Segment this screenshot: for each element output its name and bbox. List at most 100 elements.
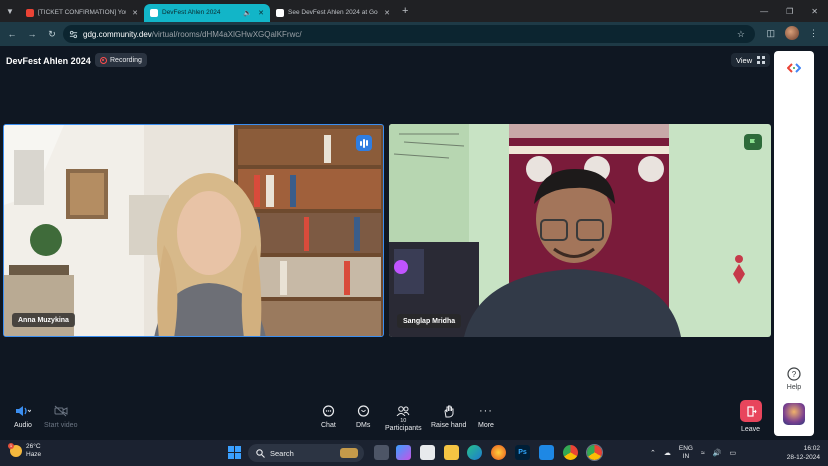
close-icon[interactable]: ✕ [384, 9, 390, 17]
chat-button[interactable]: Chat [321, 404, 336, 429]
video-off-icon [54, 404, 68, 418]
tab-title: DevFest Ahlen 2024 [162, 9, 221, 16]
search-icon [256, 448, 265, 458]
firefox-icon[interactable] [491, 445, 506, 460]
copilot-icon[interactable] [396, 445, 411, 460]
tab-see-devfest[interactable]: See DevFest Ahlen 2024 at Goo ✕ [270, 4, 396, 22]
back-icon[interactable]: ← [2, 29, 22, 39]
url-text: gdg.community.dev/virtual/rooms/dHM4aXlG… [83, 29, 302, 39]
clock-date: 28-12-2024 [786, 454, 820, 461]
user-avatar[interactable] [783, 403, 805, 425]
chat-icon [322, 404, 335, 418]
taskbar-search[interactable]: Search [248, 444, 364, 462]
tab-search-button[interactable]: ▼ [0, 0, 20, 22]
people-icon [396, 404, 410, 418]
maximize-icon[interactable]: ❐ [786, 7, 793, 16]
system-clock[interactable]: 16:02 28-12-2024 [770, 444, 820, 462]
speaker-icon[interactable]: 🔈 [243, 9, 252, 17]
weather-condition: Haze [26, 451, 42, 458]
leave-door-icon [746, 405, 757, 417]
participants-label: Participants [385, 425, 422, 432]
window-controls: — ❐ ✕ [760, 0, 828, 22]
gdg-icon [150, 8, 158, 17]
hand-icon [443, 404, 455, 418]
weather-badge: 1 [8, 443, 14, 449]
photoshop-icon[interactable]: Ps [515, 445, 530, 460]
start-video-button[interactable]: Start video [44, 404, 77, 429]
close-icon[interactable]: ✕ [132, 9, 138, 17]
onedrive-icon[interactable]: ☁ [664, 449, 671, 457]
dm-icon [357, 404, 370, 418]
profile-avatar[interactable] [785, 26, 799, 40]
more-button[interactable]: ··· More [478, 404, 494, 429]
temperature: 26°C [26, 443, 41, 450]
meeting-title: DevFest Ahlen 2024 [6, 56, 91, 66]
toolbar-right: ◫ ⋮ [766, 26, 818, 40]
search-highlight-icon [340, 448, 358, 458]
browser-menu-icon[interactable]: ⋮ [809, 28, 818, 39]
meeting-toolbar: Audio Start video Chat DMs 10 Participan… [0, 400, 772, 440]
battery-icon[interactable]: ▭ [730, 449, 737, 457]
wifi-icon[interactable]: ≈ [701, 450, 705, 457]
recording-badge: Recording [95, 53, 147, 67]
new-tab-button[interactable]: + [402, 5, 408, 17]
raise-hand-label: Raise hand [431, 422, 467, 429]
svg-text:?: ? [792, 370, 797, 379]
bookmark-star-icon[interactable]: ☆ [737, 29, 745, 40]
address-bar: ← → ↻ gdg.community.dev/virtual/rooms/dH… [0, 22, 828, 46]
help-label: Help [786, 384, 802, 391]
tab-ticket-confirmation[interactable]: [TICKET CONFIRMATION] You'r ✕ [20, 4, 144, 22]
system-tray: ⌃ ☁ ENG IN ≈ 🔊 ▭ [650, 440, 736, 466]
task-view-icon[interactable] [374, 445, 389, 460]
close-window-icon[interactable]: ✕ [811, 7, 818, 16]
more-dots-icon: ··· [478, 405, 493, 417]
participant-count: 10 [400, 418, 407, 424]
raise-hand-button[interactable]: Raise hand [431, 404, 466, 429]
file-explorer-icon[interactable] [444, 445, 459, 460]
start-video-label: Start video [44, 422, 78, 429]
audio-label: Audio [14, 422, 32, 429]
meeting-app: DevFest Ahlen 2024 Recording View Anna M… [0, 46, 772, 440]
weather-sun-icon: 1 [8, 443, 22, 457]
language-indicator[interactable]: ENG IN [679, 445, 693, 461]
participant-video-anna [4, 125, 383, 336]
dms-label: DMs [356, 422, 371, 429]
extensions-icon[interactable]: ◫ [766, 28, 775, 39]
dms-button[interactable]: DMs [356, 404, 370, 429]
video-tile-anna[interactable]: Anna Muzykina [3, 124, 384, 337]
calendar-app-icon[interactable] [420, 445, 435, 460]
leave-button[interactable] [740, 400, 762, 422]
chrome-profile-icon[interactable] [586, 444, 603, 461]
participant-name-tag: Anna Muzykina [12, 313, 75, 327]
site-info-icon[interactable] [69, 30, 78, 39]
vscode-icon[interactable] [539, 445, 554, 460]
audio-button[interactable]: Audio [14, 404, 32, 429]
view-button[interactable]: View [731, 53, 771, 67]
participants-button[interactable]: 10 Participants [385, 404, 422, 432]
recording-icon [100, 56, 107, 64]
reload-icon[interactable]: ↻ [42, 29, 62, 40]
close-icon[interactable]: ✕ [258, 9, 264, 17]
video-tile-sanglap[interactable]: Sanglap Mridha [389, 124, 771, 337]
volume-icon[interactable]: 🔊 [713, 449, 722, 457]
windows-start-icon[interactable] [228, 446, 241, 459]
tab-devfest-ahlen[interactable]: DevFest Ahlen 2024 🔈 ✕ [144, 3, 270, 22]
forward-icon[interactable]: → [22, 29, 42, 39]
os-taskbar: 1 26°C Haze Search Ps ⌃ ☁ ENG IN ≈ 🔊 ▭ 1… [0, 440, 828, 466]
gdg-icon [276, 8, 284, 17]
more-label: More [478, 422, 494, 429]
chat-label: Chat [321, 422, 336, 429]
edge-icon[interactable] [467, 445, 482, 460]
view-label: View [736, 55, 753, 65]
gdg-logo-icon [787, 63, 801, 73]
participant-name-tag: Sanglap Mridha [397, 314, 462, 328]
weather-widget[interactable]: 1 26°C Haze [8, 443, 42, 459]
tab-title: See DevFest Ahlen 2024 at Goo [288, 9, 379, 16]
chrome-icon[interactable] [563, 445, 578, 460]
participant-video-sanglap [389, 124, 771, 337]
leave-label: Leave [741, 426, 761, 433]
chevron-up-icon[interactable]: ⌃ [650, 449, 656, 457]
url-input[interactable]: gdg.community.dev/virtual/rooms/dHM4aXlG… [63, 25, 755, 43]
minimize-icon[interactable]: — [760, 7, 768, 16]
browser-tab-bar: ▼ [TICKET CONFIRMATION] You'r ✕ DevFest … [0, 0, 828, 22]
